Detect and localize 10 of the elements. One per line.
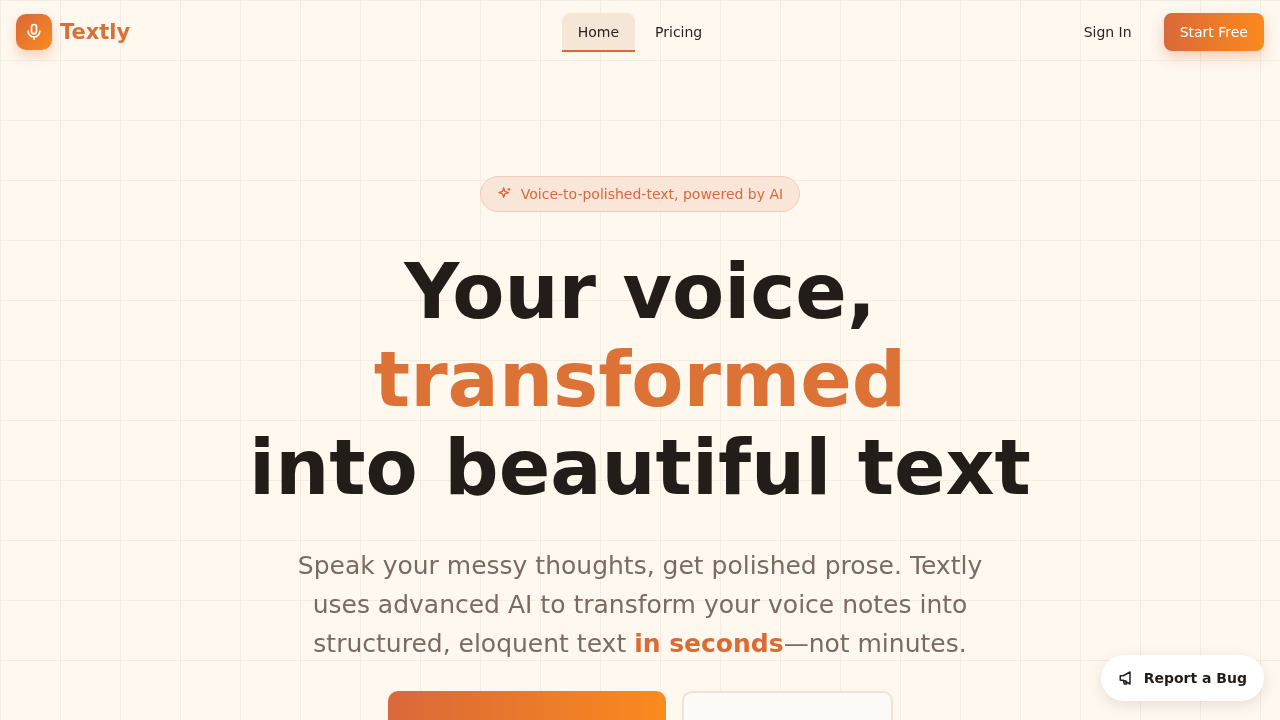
microphone-logo-icon [16, 14, 52, 50]
headline-line: Your voice, [404, 248, 876, 336]
hero-subtitle: Speak your messy thoughts, get polished prose. Textly uses advanced AI to transform your voice notes into structured, eloquent text in seconds—not minutes. [296, 550, 984, 660]
report-bug-button[interactable]: Report a Bug [1100, 655, 1264, 701]
nav-tab[interactable]: Home [561, 12, 636, 52]
sign-in-link[interactable]: Sign In [1083, 24, 1132, 40]
nav-tab[interactable]: Pricing [639, 12, 719, 52]
headline-line: transformed [373, 336, 907, 424]
headline-line: into beautiful text [249, 424, 1031, 512]
badge-text: Voice-to-polished-text, powered by AI [520, 186, 784, 202]
